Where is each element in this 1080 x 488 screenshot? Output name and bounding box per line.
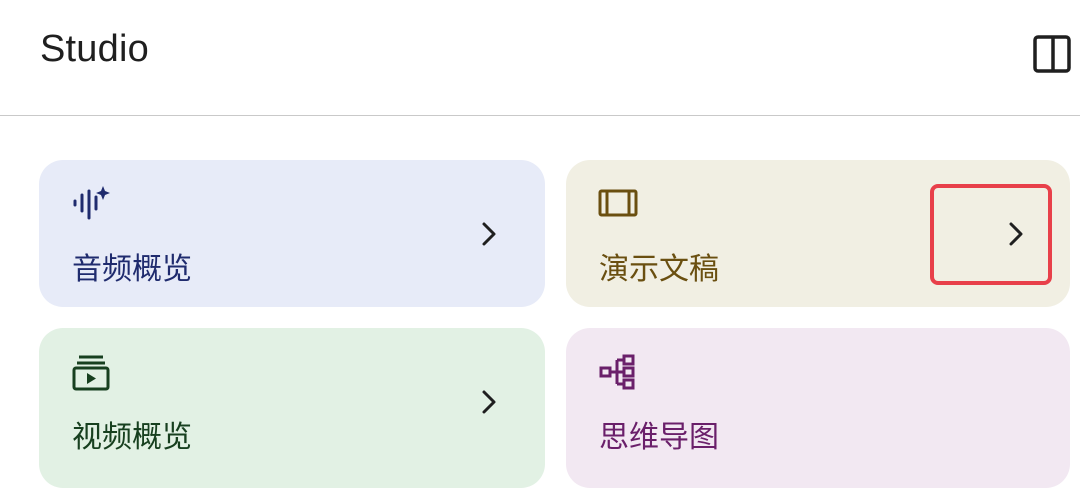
card-label: 思维导图 [599, 420, 719, 455]
chevron-right-icon[interactable] [475, 220, 503, 248]
card-label: 音频概览 [72, 252, 192, 287]
side-panel-icon[interactable] [1032, 34, 1072, 74]
audio-overview-card[interactable]: 音频概览 [39, 160, 545, 307]
studio-header: Studio [0, 0, 1080, 116]
chevron-right-icon[interactable] [475, 388, 503, 416]
slides-icon [598, 184, 638, 224]
card-label: 视频概览 [72, 420, 192, 455]
mind-map-card[interactable]: 思维导图 [566, 328, 1070, 488]
slides-card[interactable]: 演示文稿 [566, 160, 1070, 307]
audio-sparkle-icon [71, 184, 111, 224]
video-play-icon [71, 352, 111, 392]
page-title: Studio [40, 28, 149, 70]
chevron-right-icon[interactable] [1002, 220, 1030, 248]
video-overview-card[interactable]: 视频概览 [39, 328, 545, 488]
card-label: 演示文稿 [599, 252, 719, 287]
mind-map-icon [598, 352, 638, 392]
